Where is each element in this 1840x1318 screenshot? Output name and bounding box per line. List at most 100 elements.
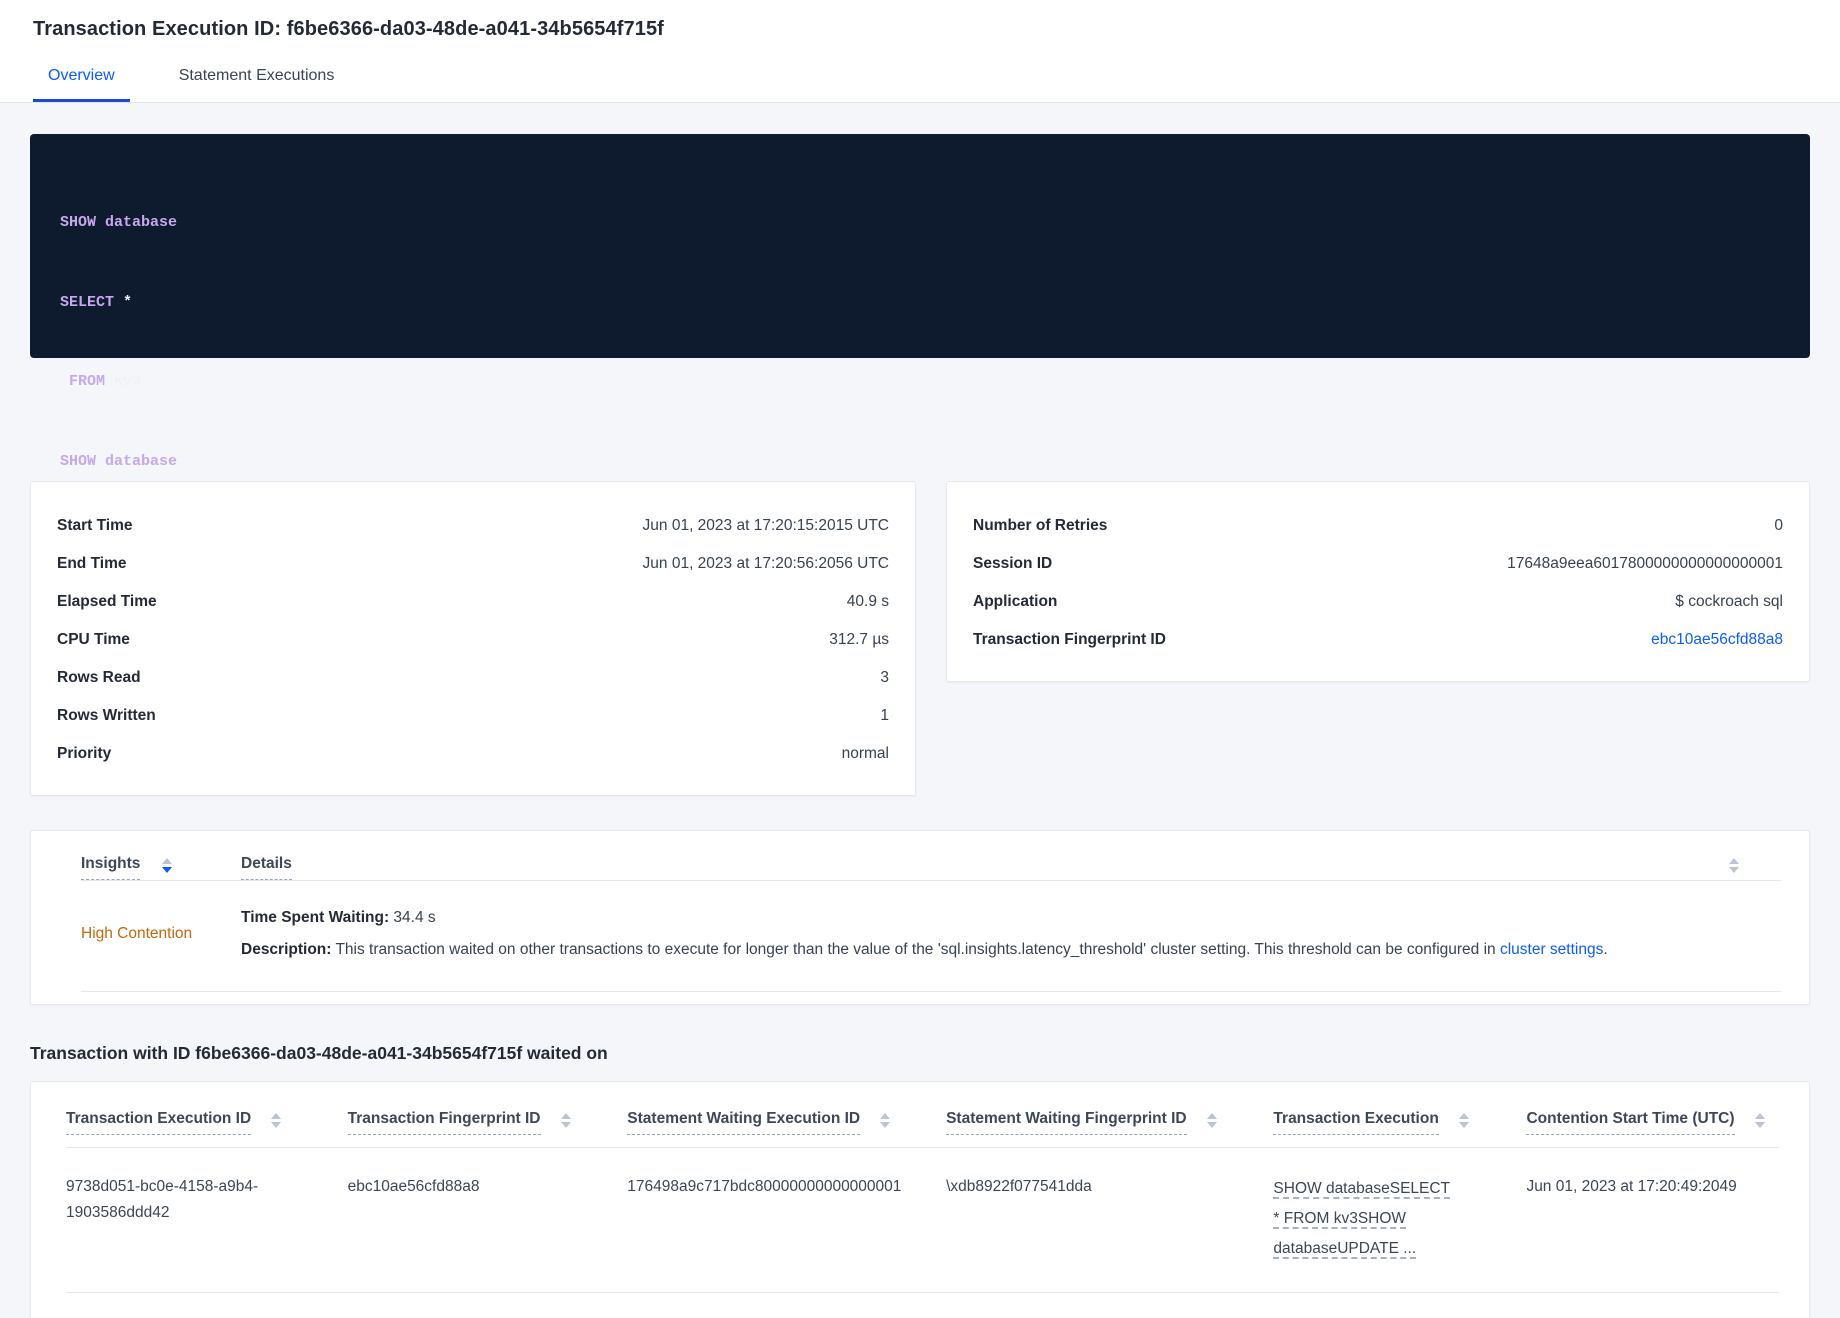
summary-row-elapsed-time: Elapsed Time 40.9 s bbox=[57, 583, 889, 621]
sql-keyword: SHOW database bbox=[60, 452, 178, 470]
sql-statements-box: SHOW database SELECT * FROM kv3 SHOW dat… bbox=[30, 134, 1810, 788]
tab-bar: Overview Statement Executions bbox=[33, 67, 1807, 102]
cell-transaction-execution-id: 9738d051-bc0e-4158-a9b4-1903586ddd42 bbox=[66, 1178, 259, 1221]
sort-icon[interactable] bbox=[271, 1110, 282, 1128]
column-label[interactable]: Statement Waiting Execution ID bbox=[627, 1110, 861, 1135]
insight-row: High Contention Time Spent Waiting: 34.4… bbox=[81, 881, 1781, 991]
cell-transaction-fingerprint-id: ebc10ae56cfd88a8 bbox=[347, 1178, 480, 1195]
column-label[interactable]: Transaction Execution ID bbox=[66, 1110, 252, 1135]
row-label: CPU Time bbox=[57, 631, 130, 648]
sort-icon[interactable] bbox=[1458, 1110, 1469, 1128]
summary-row-application: Application $ cockroach sql bbox=[973, 583, 1783, 621]
divider bbox=[81, 991, 1781, 992]
sql-keyword: FROM bbox=[69, 373, 106, 390]
details-column-header[interactable]: Details bbox=[241, 855, 292, 880]
transaction-summary-card: Start Time Jun 01, 2023 at 17:20:15:2015… bbox=[30, 481, 916, 796]
time-spent-waiting: Time Spent Waiting: 34.4 s bbox=[241, 907, 1781, 929]
row-label: Start Time bbox=[57, 517, 133, 534]
sql-line: SHOW database bbox=[60, 449, 1780, 476]
insights-card: Insights Details High Contention Time Sp… bbox=[30, 830, 1810, 1005]
column-header-transaction-fingerprint-id: Transaction Fingerprint ID bbox=[347, 1110, 618, 1135]
sort-icon[interactable] bbox=[560, 1110, 571, 1128]
waited-on-table-card: Transaction Execution ID Transaction Fin… bbox=[30, 1081, 1810, 1318]
transaction-execution-link[interactable]: SHOW databaseSELECT * FROM kv3SHOW datab… bbox=[1273, 1174, 1453, 1264]
waited-on-table-row: 9738d051-bc0e-4158-a9b4-1903586ddd42 ebc… bbox=[66, 1148, 1779, 1292]
insights-column-header[interactable]: Insights bbox=[81, 855, 141, 880]
column-header-statement-waiting-execution-id: Statement Waiting Execution ID bbox=[627, 1110, 936, 1135]
insight-details: Time Spent Waiting: 34.4 s Description: … bbox=[241, 907, 1781, 961]
sort-icon[interactable] bbox=[880, 1110, 891, 1128]
cluster-settings-link[interactable]: cluster settings bbox=[1500, 941, 1603, 958]
insight-badge: High Contention bbox=[81, 925, 193, 942]
column-header-contention-start-time: Contention Start Time (UTC) bbox=[1526, 1110, 1779, 1135]
description-text: This transaction waited on other transac… bbox=[331, 941, 1500, 958]
summary-row-priority: Priority normal bbox=[57, 735, 889, 773]
row-value: 0 bbox=[1774, 517, 1783, 534]
sql-line: SHOW database bbox=[60, 210, 1780, 237]
column-header-transaction-execution-id: Transaction Execution ID bbox=[66, 1110, 338, 1135]
summary-cards-row: Start Time Jun 01, 2023 at 17:20:15:2015… bbox=[30, 481, 1810, 796]
summary-row-cpu-time: CPU Time 312.7 µs bbox=[57, 621, 889, 659]
sort-icon[interactable] bbox=[1754, 1110, 1765, 1128]
waited-on-table-header: Transaction Execution ID Transaction Fin… bbox=[66, 1110, 1779, 1135]
tab-statement-executions[interactable]: Statement Executions bbox=[164, 67, 350, 102]
summary-row-rows-read: Rows Read 3 bbox=[57, 659, 889, 697]
row-label: Rows Read bbox=[57, 669, 141, 686]
time-spent-waiting-label: Time Spent Waiting: bbox=[241, 909, 390, 926]
sort-icon[interactable] bbox=[162, 855, 173, 873]
sql-text: kv3 bbox=[105, 373, 142, 390]
summary-row-session-id: Session ID 17648a9eea6017800000000000000… bbox=[973, 545, 1783, 583]
transaction-fingerprint-link[interactable]: ebc10ae56cfd88a8 bbox=[1651, 631, 1783, 649]
time-spent-waiting-value: 34.4 s bbox=[389, 909, 436, 926]
row-value: 17648a9eea6017800000000000000001 bbox=[1507, 555, 1783, 572]
row-value: 1 bbox=[880, 707, 889, 724]
row-label: Transaction Fingerprint ID bbox=[973, 631, 1166, 648]
sql-keyword: SHOW database bbox=[60, 214, 178, 231]
session-summary-card: Number of Retries 0 Session ID 17648a9ee… bbox=[946, 481, 1810, 682]
row-value: 3 bbox=[880, 669, 889, 686]
table-footer-space bbox=[66, 1293, 1779, 1318]
description-suffix: . bbox=[1603, 941, 1608, 958]
tab-overview[interactable]: Overview bbox=[33, 67, 130, 102]
summary-row-start-time: Start Time Jun 01, 2023 at 17:20:15:2015… bbox=[57, 507, 889, 545]
sql-text: * bbox=[114, 293, 133, 311]
sql-keyword: SELECT bbox=[60, 293, 115, 311]
sql-line: SELECT * bbox=[60, 290, 1780, 317]
row-value: Jun 01, 2023 at 17:20:56:2056 UTC bbox=[642, 555, 889, 572]
column-label[interactable]: Transaction Execution bbox=[1273, 1110, 1439, 1135]
column-label[interactable]: Contention Start Time (UTC) bbox=[1526, 1110, 1735, 1135]
row-value: 312.7 µs bbox=[829, 631, 889, 648]
description-label: Description: bbox=[241, 941, 332, 958]
column-label[interactable]: Transaction Fingerprint ID bbox=[347, 1110, 541, 1135]
row-label: Elapsed Time bbox=[57, 593, 157, 610]
summary-row-end-time: End Time Jun 01, 2023 at 17:20:56:2056 U… bbox=[57, 545, 889, 583]
row-value: 40.9 s bbox=[846, 593, 889, 610]
row-label: Session ID bbox=[973, 555, 1053, 572]
summary-row-rows-written: Rows Written 1 bbox=[57, 697, 889, 735]
sort-icon[interactable] bbox=[1206, 1110, 1217, 1128]
insights-table-header: Insights Details bbox=[81, 855, 1781, 880]
summary-row-retries: Number of Retries 0 bbox=[973, 507, 1783, 545]
cell-contention-start-time: Jun 01, 2023 at 17:20:49:2049 bbox=[1526, 1178, 1737, 1195]
page-title: Transaction Execution ID: f6be6366-da03-… bbox=[33, 18, 664, 40]
row-value: Jun 01, 2023 at 17:20:15:2015 UTC bbox=[642, 517, 889, 534]
sql-line: FROM kv3 bbox=[60, 369, 1780, 396]
row-label: Number of Retries bbox=[973, 517, 1108, 534]
column-label[interactable]: Statement Waiting Fingerprint ID bbox=[946, 1110, 1187, 1135]
cell-statement-waiting-fingerprint-id: \xdb8922f077541dda bbox=[946, 1178, 1092, 1195]
cell-statement-waiting-execution-id: 176498a9c717bdc80000000000000001 bbox=[627, 1178, 902, 1195]
page-header: Transaction Execution ID: f6be6366-da03-… bbox=[0, 0, 1840, 103]
row-label: Rows Written bbox=[57, 707, 156, 724]
page-content: SHOW database SELECT * FROM kv3 SHOW dat… bbox=[0, 134, 1840, 1318]
column-header-transaction-execution: Transaction Execution bbox=[1273, 1110, 1516, 1135]
row-value: normal bbox=[841, 745, 889, 762]
sort-icon[interactable] bbox=[1729, 855, 1739, 873]
row-label: Application bbox=[973, 593, 1058, 610]
row-label: Priority bbox=[57, 745, 112, 762]
waited-on-heading: Transaction with ID f6be6366-da03-48de-a… bbox=[30, 1043, 608, 1063]
summary-row-transaction-fingerprint-id: Transaction Fingerprint ID ebc10ae56cfd8… bbox=[973, 621, 1783, 659]
row-label: End Time bbox=[57, 555, 127, 572]
row-value: $ cockroach sql bbox=[1675, 593, 1783, 610]
insight-description: Description: This transaction waited on … bbox=[241, 939, 1781, 961]
